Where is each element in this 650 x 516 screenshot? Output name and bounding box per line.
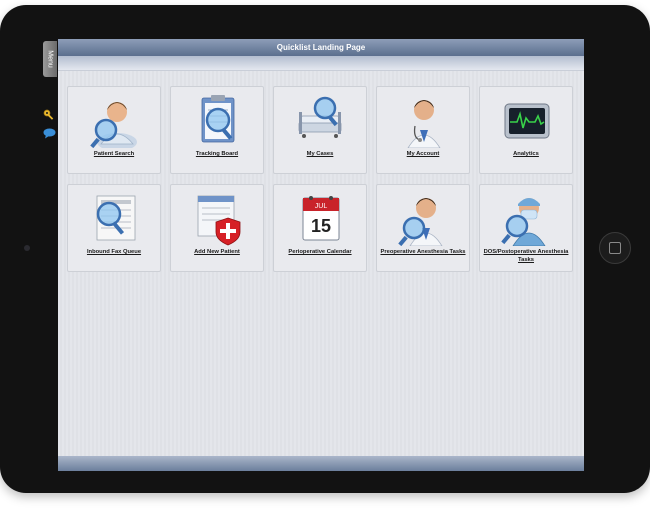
tile-preoperative-anesthesia-tasks[interactable]: Preoperative Anesthesia Tasks — [376, 184, 470, 272]
tile-dos-postoperative-anesthesia-tasks[interactable]: DOS/Postoperative Anesthesia Tasks — [479, 184, 573, 272]
key-icon[interactable] — [43, 109, 55, 121]
postop-anesthesia-icon — [501, 198, 546, 246]
home-button[interactable] — [599, 232, 631, 264]
tile-my-cases[interactable]: My Cases — [273, 86, 367, 174]
calendar-icon: JUL 15 — [302, 196, 340, 241]
calendar-day: 15 — [311, 216, 331, 236]
calendar-month: JUL — [315, 203, 328, 210]
menu-label: Menu — [46, 50, 54, 68]
tile-add-new-patient[interactable]: Add New Patient — [170, 184, 264, 272]
camera-dot — [24, 245, 30, 251]
tile-label: Add New Patient — [194, 249, 240, 255]
tile-label: DOS/Postoperative Anesthesia Tasks — [483, 249, 569, 263]
tile-label: Inbound Fax Queue — [86, 249, 142, 255]
page-title: Quicklist Landing Page — [58, 39, 584, 56]
my-cases-icon — [298, 96, 342, 138]
tile-patient-search[interactable]: Patient Search — [67, 86, 161, 174]
tile-label: Patient Search — [93, 151, 135, 157]
toolbar-strip — [58, 56, 584, 71]
add-new-patient-icon — [197, 195, 241, 246]
tile-tracking-board[interactable]: Tracking Board — [170, 86, 264, 174]
footer-bar — [58, 456, 584, 471]
inbound-fax-icon — [96, 195, 136, 241]
home-square-icon — [609, 242, 621, 254]
tracking-board-icon — [201, 95, 235, 143]
tile-my-account[interactable]: My Account — [376, 86, 470, 174]
tile-analytics[interactable]: Analytics — [479, 86, 573, 174]
analytics-icon — [504, 103, 550, 139]
chat-icon[interactable] — [43, 128, 56, 139]
tile-perioperative-calendar[interactable]: JUL 15 Perioperative Calendar — [273, 184, 367, 272]
tile-label: My Account — [406, 151, 440, 157]
tile-label: My Cases — [306, 151, 334, 157]
patient-search-icon — [90, 102, 137, 148]
tile-label: Tracking Board — [195, 151, 239, 157]
my-account-icon — [407, 100, 441, 148]
tile-label: Analytics — [513, 151, 539, 157]
tile-inbound-fax-queue[interactable]: Inbound Fax Queue — [67, 184, 161, 272]
tablet-frame: Menu Quicklist Landing Page Patient Sear… — [0, 5, 650, 493]
menu-tab[interactable]: Menu — [43, 41, 57, 77]
tile-label: Perioperative Calendar — [288, 249, 352, 255]
tile-label: Preoperative Anesthesia Tasks — [380, 249, 466, 255]
app-screen: Quicklist Landing Page Patient Search Tr… — [58, 39, 584, 471]
preop-anesthesia-icon — [398, 198, 443, 246]
